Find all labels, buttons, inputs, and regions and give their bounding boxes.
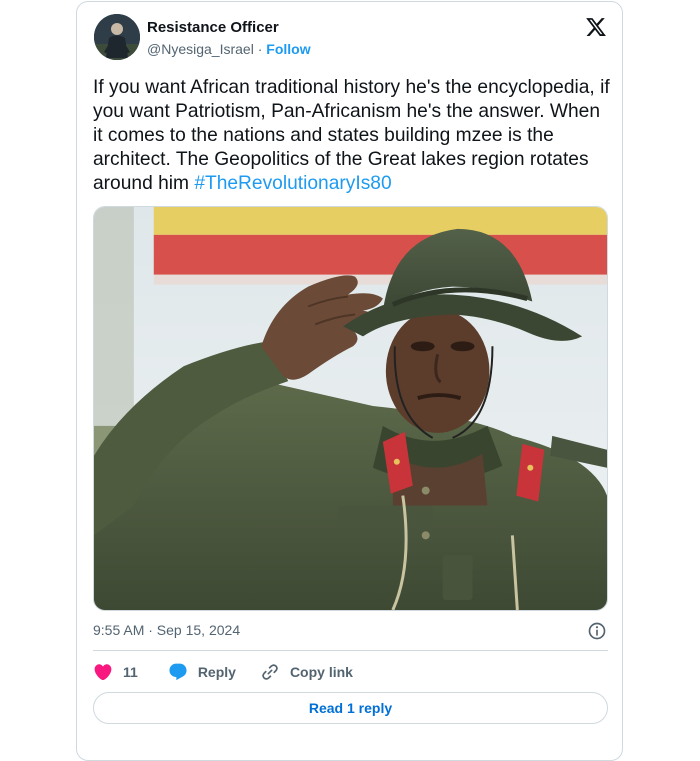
x-logo-icon[interactable]: [585, 16, 607, 38]
author-name[interactable]: Resistance Officer: [147, 19, 279, 36]
reply-label: Reply: [197, 664, 236, 680]
divider: [93, 650, 608, 651]
follow-button[interactable]: Follow: [266, 41, 310, 57]
author-handle-row: @Nyesiga_Israel · Follow: [147, 41, 311, 57]
tweet-text: If you want African traditional history …: [93, 76, 613, 196]
heart-icon: [94, 664, 112, 681]
read-replies-button[interactable]: Read 1 reply: [93, 692, 608, 724]
action-bar: 11 Reply Copy link: [93, 660, 353, 684]
copy-link-label: Copy link: [289, 664, 353, 680]
reply-button[interactable]: Reply: [168, 662, 236, 682]
tweet-card: Resistance Officer @Nyesiga_Israel · Fol…: [76, 1, 623, 761]
like-count: 11: [123, 664, 138, 680]
separator-dot: ·: [257, 41, 263, 57]
tweet-photo[interactable]: [93, 206, 608, 611]
link-icon: [262, 664, 278, 680]
like-button[interactable]: 11: [93, 662, 138, 682]
avatar[interactable]: [94, 14, 140, 60]
author-handle[interactable]: @Nyesiga_Israel: [147, 41, 254, 57]
tweet-timestamp[interactable]: 9:55 AM · Sep 15, 2024: [93, 622, 240, 638]
info-icon[interactable]: [587, 621, 607, 641]
hashtag-link[interactable]: #TheRevolutionaryIs80: [194, 173, 391, 194]
copy-link-button[interactable]: Copy link: [260, 662, 353, 682]
speech-bubble-icon: [169, 663, 187, 681]
